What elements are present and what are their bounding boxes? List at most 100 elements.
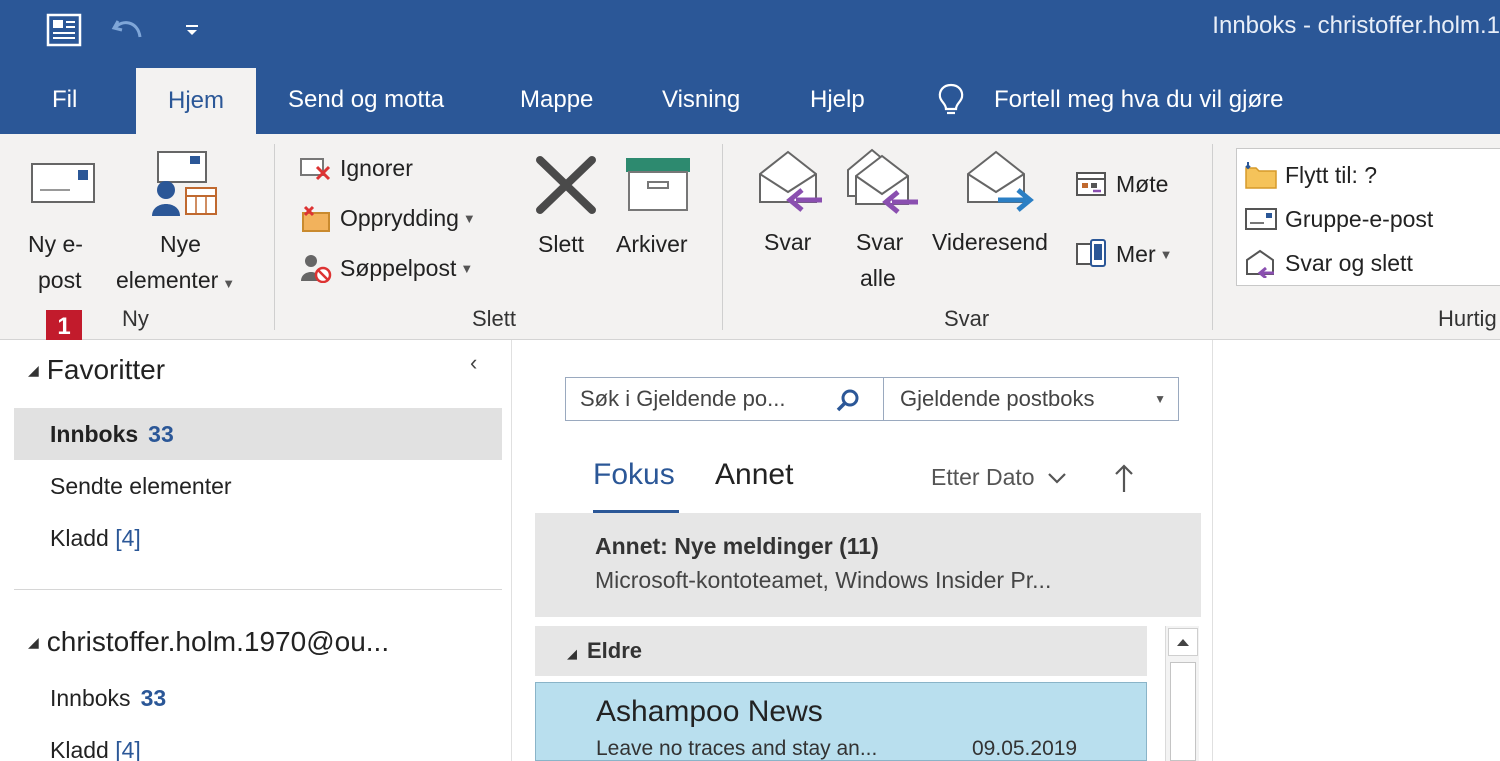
tab-file[interactable]: Fil xyxy=(52,66,77,134)
title-bar: Innboks - christoffer.holm.1 xyxy=(0,0,1500,66)
other-notice-senders: Microsoft-kontoteamet, Windows Insider P… xyxy=(595,567,1052,593)
other-inbox-notice[interactable]: Annet: Nye meldinger (11) Microsoft-kont… xyxy=(535,513,1201,617)
expand-triangle-icon[interactable]: ◢ xyxy=(567,646,577,661)
search-box: Søk i Gjeldende po... Gjeldende postboks… xyxy=(565,377,1179,421)
ribbon-separator xyxy=(1212,144,1213,330)
cleanup-icon xyxy=(298,202,334,234)
delete-label: Slett xyxy=(538,231,585,257)
sort-label: Etter Dato xyxy=(931,464,1035,490)
message-group-header[interactable]: ◢ Eldre xyxy=(535,626,1147,676)
folder-item-account-drafts[interactable]: Kladd [4] xyxy=(14,724,502,761)
new-items-button[interactable]: Nye elementer ▼ xyxy=(114,150,254,300)
folder-item-inbox[interactable]: Innboks 33 xyxy=(14,408,502,460)
group-header-label: Eldre xyxy=(587,638,643,663)
search-placeholder: Søk i Gjeldende po... xyxy=(580,386,786,411)
delete-button[interactable]: Slett xyxy=(530,150,602,280)
more-respond-button[interactable]: Mer ▼ xyxy=(1074,234,1173,274)
reply-label: Svar xyxy=(764,229,812,255)
more-icon xyxy=(1074,238,1110,270)
ignore-button[interactable]: Ignorer xyxy=(298,148,413,188)
junk-icon xyxy=(298,252,334,284)
quick-step-move-to[interactable]: Flytt til: ? xyxy=(1243,155,1377,195)
reply-button[interactable]: Svar xyxy=(752,148,826,278)
move-to-label: Flytt til: ? xyxy=(1285,161,1378,188)
folder-item-sent[interactable]: Sendte elementer xyxy=(14,460,502,512)
new-email-button[interactable]: Ny e- post xyxy=(20,150,106,300)
group-label-respond: Svar xyxy=(944,306,990,331)
account-header[interactable]: ◢ christoffer.holm.1970@ou... xyxy=(28,626,389,658)
tab-home[interactable]: Hjem xyxy=(136,68,256,134)
expand-triangle-icon[interactable]: ◢ xyxy=(28,634,39,651)
ribbon-separator xyxy=(722,144,723,330)
folder-label: Innboks xyxy=(50,685,131,711)
folder-item-drafts[interactable]: Kladd [4] xyxy=(14,512,502,564)
expand-triangle-icon[interactable]: ◢ xyxy=(28,362,39,379)
cleanup-button[interactable]: Opprydding ▼ xyxy=(298,198,476,238)
ribbon-separator xyxy=(274,144,275,330)
folder-icon xyxy=(1243,159,1279,191)
message-sender: Ashampoo News xyxy=(596,695,823,728)
forward-button[interactable]: Videresend xyxy=(930,148,1062,278)
tell-me-search[interactable]: Fortell meg hva du vil gjøre xyxy=(994,66,1283,134)
reply-all-button[interactable]: Svar alle xyxy=(840,148,920,308)
new-items-label-2: elementer ▼ xyxy=(116,262,235,302)
search-icon[interactable] xyxy=(835,386,861,428)
pane-divider xyxy=(14,589,502,590)
quick-step-reply-delete[interactable]: Svar og slett xyxy=(1243,243,1413,283)
message-item[interactable]: Ashampoo News Leave no traces and stay a… xyxy=(535,682,1147,761)
tab-view[interactable]: Visning xyxy=(662,66,740,134)
tab-focused[interactable]: Fokus xyxy=(593,458,675,492)
folder-label: Innboks xyxy=(50,421,139,447)
account-label: christoffer.holm.1970@ou... xyxy=(46,626,390,657)
draft-count: [4] xyxy=(115,525,141,551)
collapse-pane-icon[interactable]: ‹ xyxy=(470,350,477,376)
forward-label: Videresend xyxy=(932,229,1048,255)
outlook-app-icon[interactable] xyxy=(44,10,84,50)
forward-icon xyxy=(964,148,1034,219)
scroll-up-arrow-icon[interactable] xyxy=(1168,628,1198,656)
search-input[interactable]: Søk i Gjeldende po... xyxy=(566,378,884,420)
tab-folder[interactable]: Mappe xyxy=(520,66,593,134)
search-scope-dropdown[interactable]: Gjeldende postboks ▼ xyxy=(886,378,1178,420)
ignore-label: Ignorer xyxy=(340,154,413,181)
archive-button[interactable]: Arkiver xyxy=(612,150,704,280)
step-badge: 1 xyxy=(46,310,82,344)
group-label-delete: Slett xyxy=(472,306,517,331)
folder-label: Kladd xyxy=(50,737,109,761)
tab-send-receive[interactable]: Send og motta xyxy=(288,66,444,134)
quick-steps-gallery: Flytt til: ? Gruppe-e-post Svar og slett xyxy=(1236,148,1500,286)
junk-button[interactable]: Søppelpost ▼ xyxy=(298,248,473,288)
favorites-header[interactable]: ◢ Favoritter xyxy=(28,354,165,386)
window-title: Innboks - christoffer.holm.1 xyxy=(1212,12,1500,39)
scroll-thumb[interactable] xyxy=(1170,662,1196,761)
new-items-label-text: elementer xyxy=(116,267,219,293)
reading-pane xyxy=(1214,340,1500,761)
tab-help[interactable]: Hjelp xyxy=(810,66,865,134)
archive-icon xyxy=(624,156,692,217)
chevron-down-icon: ▼ xyxy=(222,276,236,291)
quick-step-group-email[interactable]: Gruppe-e-post xyxy=(1243,199,1433,239)
undo-icon[interactable] xyxy=(108,10,148,50)
draft-count: [4] xyxy=(115,737,141,761)
customize-toolbar-icon[interactable] xyxy=(172,10,212,50)
envelope-icon xyxy=(1243,203,1279,235)
reply-delete-icon xyxy=(1243,247,1279,279)
message-list-scrollbar[interactable] xyxy=(1165,626,1199,761)
ignore-icon xyxy=(298,152,334,184)
lightbulb-icon xyxy=(936,82,966,123)
chevron-down-icon xyxy=(1047,464,1067,490)
message-preview: Leave no traces and stay an... xyxy=(596,737,878,760)
unread-count: 33 xyxy=(148,421,174,447)
tab-other[interactable]: Annet xyxy=(715,458,793,492)
folder-pane: ‹ ◢ Favoritter Innboks 33 Sendte elemente… xyxy=(0,340,512,761)
ribbon: Ny e- post Nye elementer ▼ 1 Ny Ignorer O… xyxy=(0,134,1500,344)
message-list-pane: Søk i Gjeldende po... Gjeldende postboks… xyxy=(513,340,1213,761)
ribbon-tabs: Fil Hjem Send og motta Mappe Visning Hje… xyxy=(0,66,1500,134)
archive-label: Arkiver xyxy=(616,231,688,257)
folder-item-account-inbox[interactable]: Innboks 33 xyxy=(14,672,502,724)
meeting-button[interactable]: Møte xyxy=(1074,164,1168,204)
new-items-label-1: Nye xyxy=(160,231,201,257)
sort-direction-arrow-icon[interactable] xyxy=(1113,462,1135,499)
sort-dropdown[interactable]: Etter Dato xyxy=(931,464,1067,491)
reply-delete-label: Svar og slett xyxy=(1285,249,1413,276)
